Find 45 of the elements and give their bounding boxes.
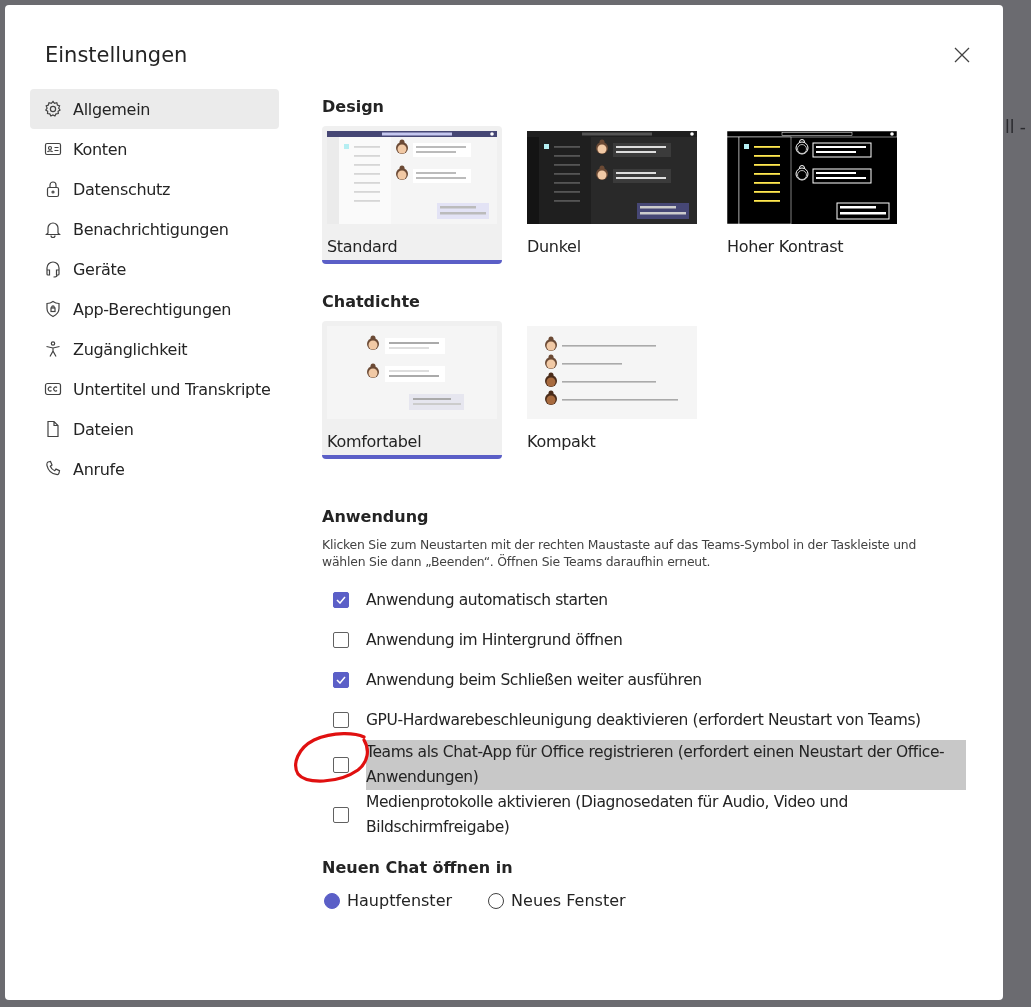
section-heading: Chatdichte (322, 292, 421, 311)
checkbox[interactable] (333, 757, 349, 773)
sidebar-item[interactable]: Benachrichtigungen (30, 209, 279, 249)
sidebar-item[interactable]: Konten (30, 129, 279, 169)
sidebar-item[interactable]: Dateien (30, 409, 279, 449)
sidebar-item[interactable]: Datenschutz (30, 169, 279, 209)
checkbox-label: Anwendung beim Schließen weiter ausführen (366, 669, 702, 691)
bell-icon (43, 219, 63, 239)
sidebar-item[interactable]: App-Berechtigungen (30, 289, 279, 329)
theme-option[interactable]: Hoher Kontrast (722, 126, 902, 264)
sidebar-item[interactable]: Untertitel und Transkripte (30, 369, 279, 409)
checkbox[interactable] (333, 592, 349, 608)
checkbox-label: Medienprotokolle aktivieren (Diagnosedaten für Audio, Video und Bildschirmfreigabe) (366, 792, 849, 838)
checkbox[interactable] (333, 712, 349, 728)
section-heading: Neuen Chat öffnen in (322, 858, 514, 877)
checkbox[interactable] (333, 672, 349, 688)
checkbox-label: GPU-Hardwarebeschleunigung deaktivieren (erfordert Neustart von Teams) (366, 709, 921, 731)
checkbox-label: Anwendung im Hintergrund öffnen (366, 629, 623, 651)
close-icon (954, 47, 970, 63)
theme-option[interactable]: Standard (322, 126, 502, 264)
sidebar-item[interactable]: Geräte (30, 249, 279, 289)
settings-icon (43, 99, 63, 119)
radio-option[interactable]: Hauptfenster (324, 891, 453, 910)
section-heading: Design (322, 97, 385, 116)
shield-icon (43, 299, 63, 319)
density-option[interactable]: Komfortabel (322, 321, 502, 459)
background-text: ll - (1005, 117, 1026, 137)
checkbox-label: Teams als Chat-App für Office registrieren (erfordert einen Neustart der Office-Anwendungen) (366, 740, 966, 790)
sidebar-item[interactable]: Anrufe (30, 449, 279, 489)
density-option[interactable]: Kompakt (522, 321, 702, 459)
sidebar-item[interactable]: Zugänglichkeit (30, 329, 279, 369)
theme-option[interactable]: Dunkel (522, 126, 702, 264)
dialog-title: Einstellungen (45, 43, 188, 67)
radio-button[interactable] (488, 892, 505, 909)
headset-icon (43, 259, 63, 279)
section-heading: Anwendung (322, 507, 430, 526)
checkbox[interactable] (333, 632, 349, 648)
checkbox[interactable] (333, 807, 349, 823)
radio-button[interactable] (324, 892, 340, 909)
checkmark-icon (336, 676, 346, 684)
checkmark-icon (336, 596, 346, 604)
sidebar-item[interactable]: Allgemein (30, 89, 279, 129)
radio-option[interactable]: Neues Fenster (488, 891, 626, 910)
restart-note: Klicken Sie zum Neustarten mit der rechten Maustaste auf das Teams-Symbol in der Taskleiste und wählen Sie dann „Beenden“. Öffnen Sie Teams daraufhin erneut. (322, 536, 918, 570)
checkbox-label: Anwendung automatisch starten (366, 589, 608, 611)
